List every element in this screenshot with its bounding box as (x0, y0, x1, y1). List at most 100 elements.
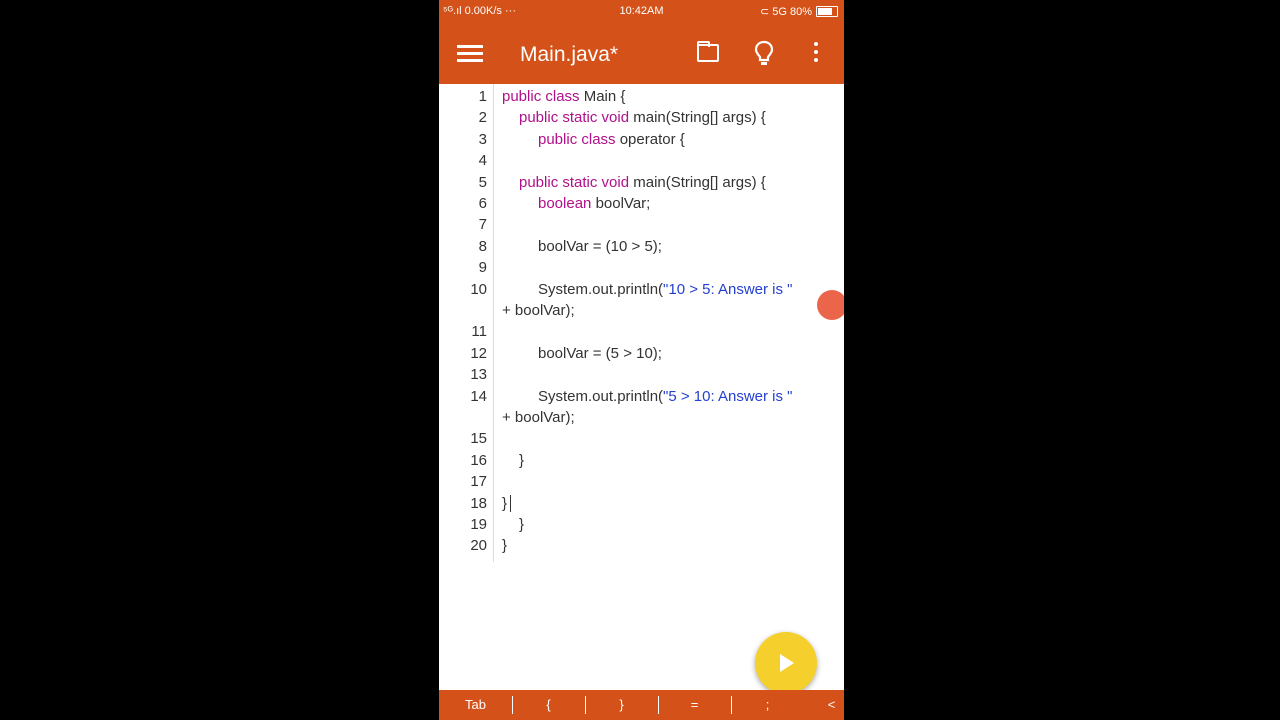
code-token: boolVar = (10 > 5); (538, 237, 662, 255)
line-number: 6 (478, 195, 487, 212)
keyword-token: boolean (538, 195, 596, 212)
folder-icon[interactable] (697, 41, 719, 62)
line-number: 15 (470, 430, 487, 448)
phone-screen: ⁵ᴳ.ıl 0.00K/s ··· 10:42AM ⊂ 5G 80% Main.… (439, 0, 844, 720)
status-bar: ⁵ᴳ.ıl 0.00K/s ··· 10:42AM ⊂ 5G 80% (439, 0, 844, 24)
code-line: + boolVar); (439, 300, 844, 321)
run-button[interactable] (755, 632, 817, 694)
keyword-token: public class (538, 130, 620, 148)
code-text: + boolVar); (502, 407, 575, 428)
code-token: } (519, 516, 525, 533)
line-number: 18 (470, 494, 487, 512)
line-number: 10 (470, 280, 487, 298)
line-number: 14 (470, 387, 487, 405)
keyword-token: public class (502, 88, 584, 105)
menu-icon[interactable] (457, 42, 483, 66)
line-number: 12 (470, 344, 487, 362)
code-token: + boolVar); (502, 409, 575, 426)
code-line: 6 boolean boolVar; (439, 193, 844, 214)
line-number: 16 (470, 451, 487, 469)
code-token: System.out.println( (538, 387, 664, 405)
keyword-token: public static void (519, 109, 634, 127)
code-text: public static void main(String[] args) { (519, 107, 766, 128)
code-line: 17 (439, 471, 844, 492)
code-line: 14 System.out.println("5 > 10: Answer is … (439, 386, 844, 407)
symbol-key-bar: Tab { } = ; < (439, 690, 844, 720)
more-options-icon[interactable] (811, 42, 821, 66)
code-token: } (519, 451, 525, 469)
app-bar: Main.java* (439, 24, 844, 84)
line-number: 2 (478, 109, 487, 127)
key-close-brace[interactable]: } (585, 690, 658, 720)
line-number: 8 (478, 237, 487, 255)
code-line: 19} (439, 514, 844, 535)
code-text: + boolVar); (502, 300, 575, 321)
key-semicolon[interactable]: ; (731, 690, 804, 720)
line-number: 11 (471, 323, 487, 341)
code-line: 10 System.out.println("10 > 5: Answer is … (439, 279, 844, 300)
line-number: 20 (470, 537, 487, 555)
lightbulb-icon[interactable] (754, 40, 774, 68)
keyword-token: public static void (519, 173, 634, 191)
code-line: 16} (439, 450, 844, 471)
code-text: System.out.println("10 > 5: Answer is " (538, 279, 793, 300)
code-text: } (519, 450, 524, 471)
code-text: public class operator { (538, 129, 685, 150)
code-line: 4 (439, 150, 844, 171)
code-line: 15 (439, 428, 844, 449)
code-text: System.out.println("5 > 10: Answer is " (538, 386, 793, 407)
line-number: 7 (478, 216, 487, 234)
code-line: 5 public static void main(String[] args) … (439, 172, 844, 193)
line-number: 13 (470, 366, 487, 384)
line-number: 5 (478, 173, 487, 191)
code-text: boolean boolVar; (538, 193, 650, 214)
key-equals[interactable]: = (658, 690, 731, 720)
code-line: 3 public class operator { (439, 129, 844, 150)
code-token: main(String[] args) { (633, 109, 766, 127)
code-text: } (502, 493, 507, 514)
key-open-brace[interactable]: { (512, 690, 585, 720)
code-line: 18} (439, 493, 844, 514)
line-number: 3 (478, 130, 487, 148)
code-line: + boolVar); (439, 407, 844, 428)
code-text: boolVar = (5 > 10); (538, 343, 662, 364)
code-text: public class Main { (502, 86, 625, 107)
code-line: 12 boolVar = (5 > 10); (439, 343, 844, 364)
code-line: 20} (439, 535, 844, 556)
file-title: Main.java* (520, 43, 619, 66)
code-text: } (519, 514, 524, 535)
code-line: 2 public static void main(String[] args) … (439, 107, 844, 128)
status-right: ⊂ 5G 80% (760, 5, 838, 18)
code-line: 11 (439, 321, 844, 342)
signal-battery-text: ⊂ 5G 80% (759, 6, 812, 18)
key-tab[interactable]: Tab (439, 690, 512, 720)
line-number: 17 (470, 473, 487, 491)
line-number: 9 (478, 259, 487, 277)
code-token: operator { (619, 130, 685, 148)
code-token: boolVar = (5 > 10); (538, 344, 662, 362)
line-number: 4 (478, 152, 487, 170)
code-token: Main { (583, 88, 626, 105)
code-token: boolVar; (595, 195, 651, 212)
code-line: 9 (439, 257, 844, 278)
code-token: main(String[] args) { (633, 173, 766, 191)
code-line: 1 public class Main { (439, 86, 844, 107)
code-text: } (502, 535, 507, 556)
code-line: 8 boolVar = (10 > 5); (439, 236, 844, 257)
touch-indicator (817, 290, 844, 320)
code-token: } (502, 494, 508, 512)
play-icon (780, 654, 794, 672)
code-editor[interactable]: 1 public class Main { 2 public static void … (439, 84, 844, 690)
text-cursor (510, 494, 511, 512)
key-less-than[interactable]: < (819, 690, 844, 720)
code-token: } (502, 537, 508, 555)
line-number: 19 (470, 516, 487, 533)
code-text: public static void main(String[] args) { (519, 172, 766, 193)
code-line: 7 (439, 214, 844, 235)
code-token: System.out.println( (538, 280, 664, 298)
string-token: "10 > 5: Answer is " (663, 280, 793, 298)
code-token: + boolVar); (502, 302, 575, 319)
code-text: boolVar = (10 > 5); (538, 236, 662, 257)
code-line: 13 (439, 364, 844, 385)
battery-icon (816, 6, 838, 17)
